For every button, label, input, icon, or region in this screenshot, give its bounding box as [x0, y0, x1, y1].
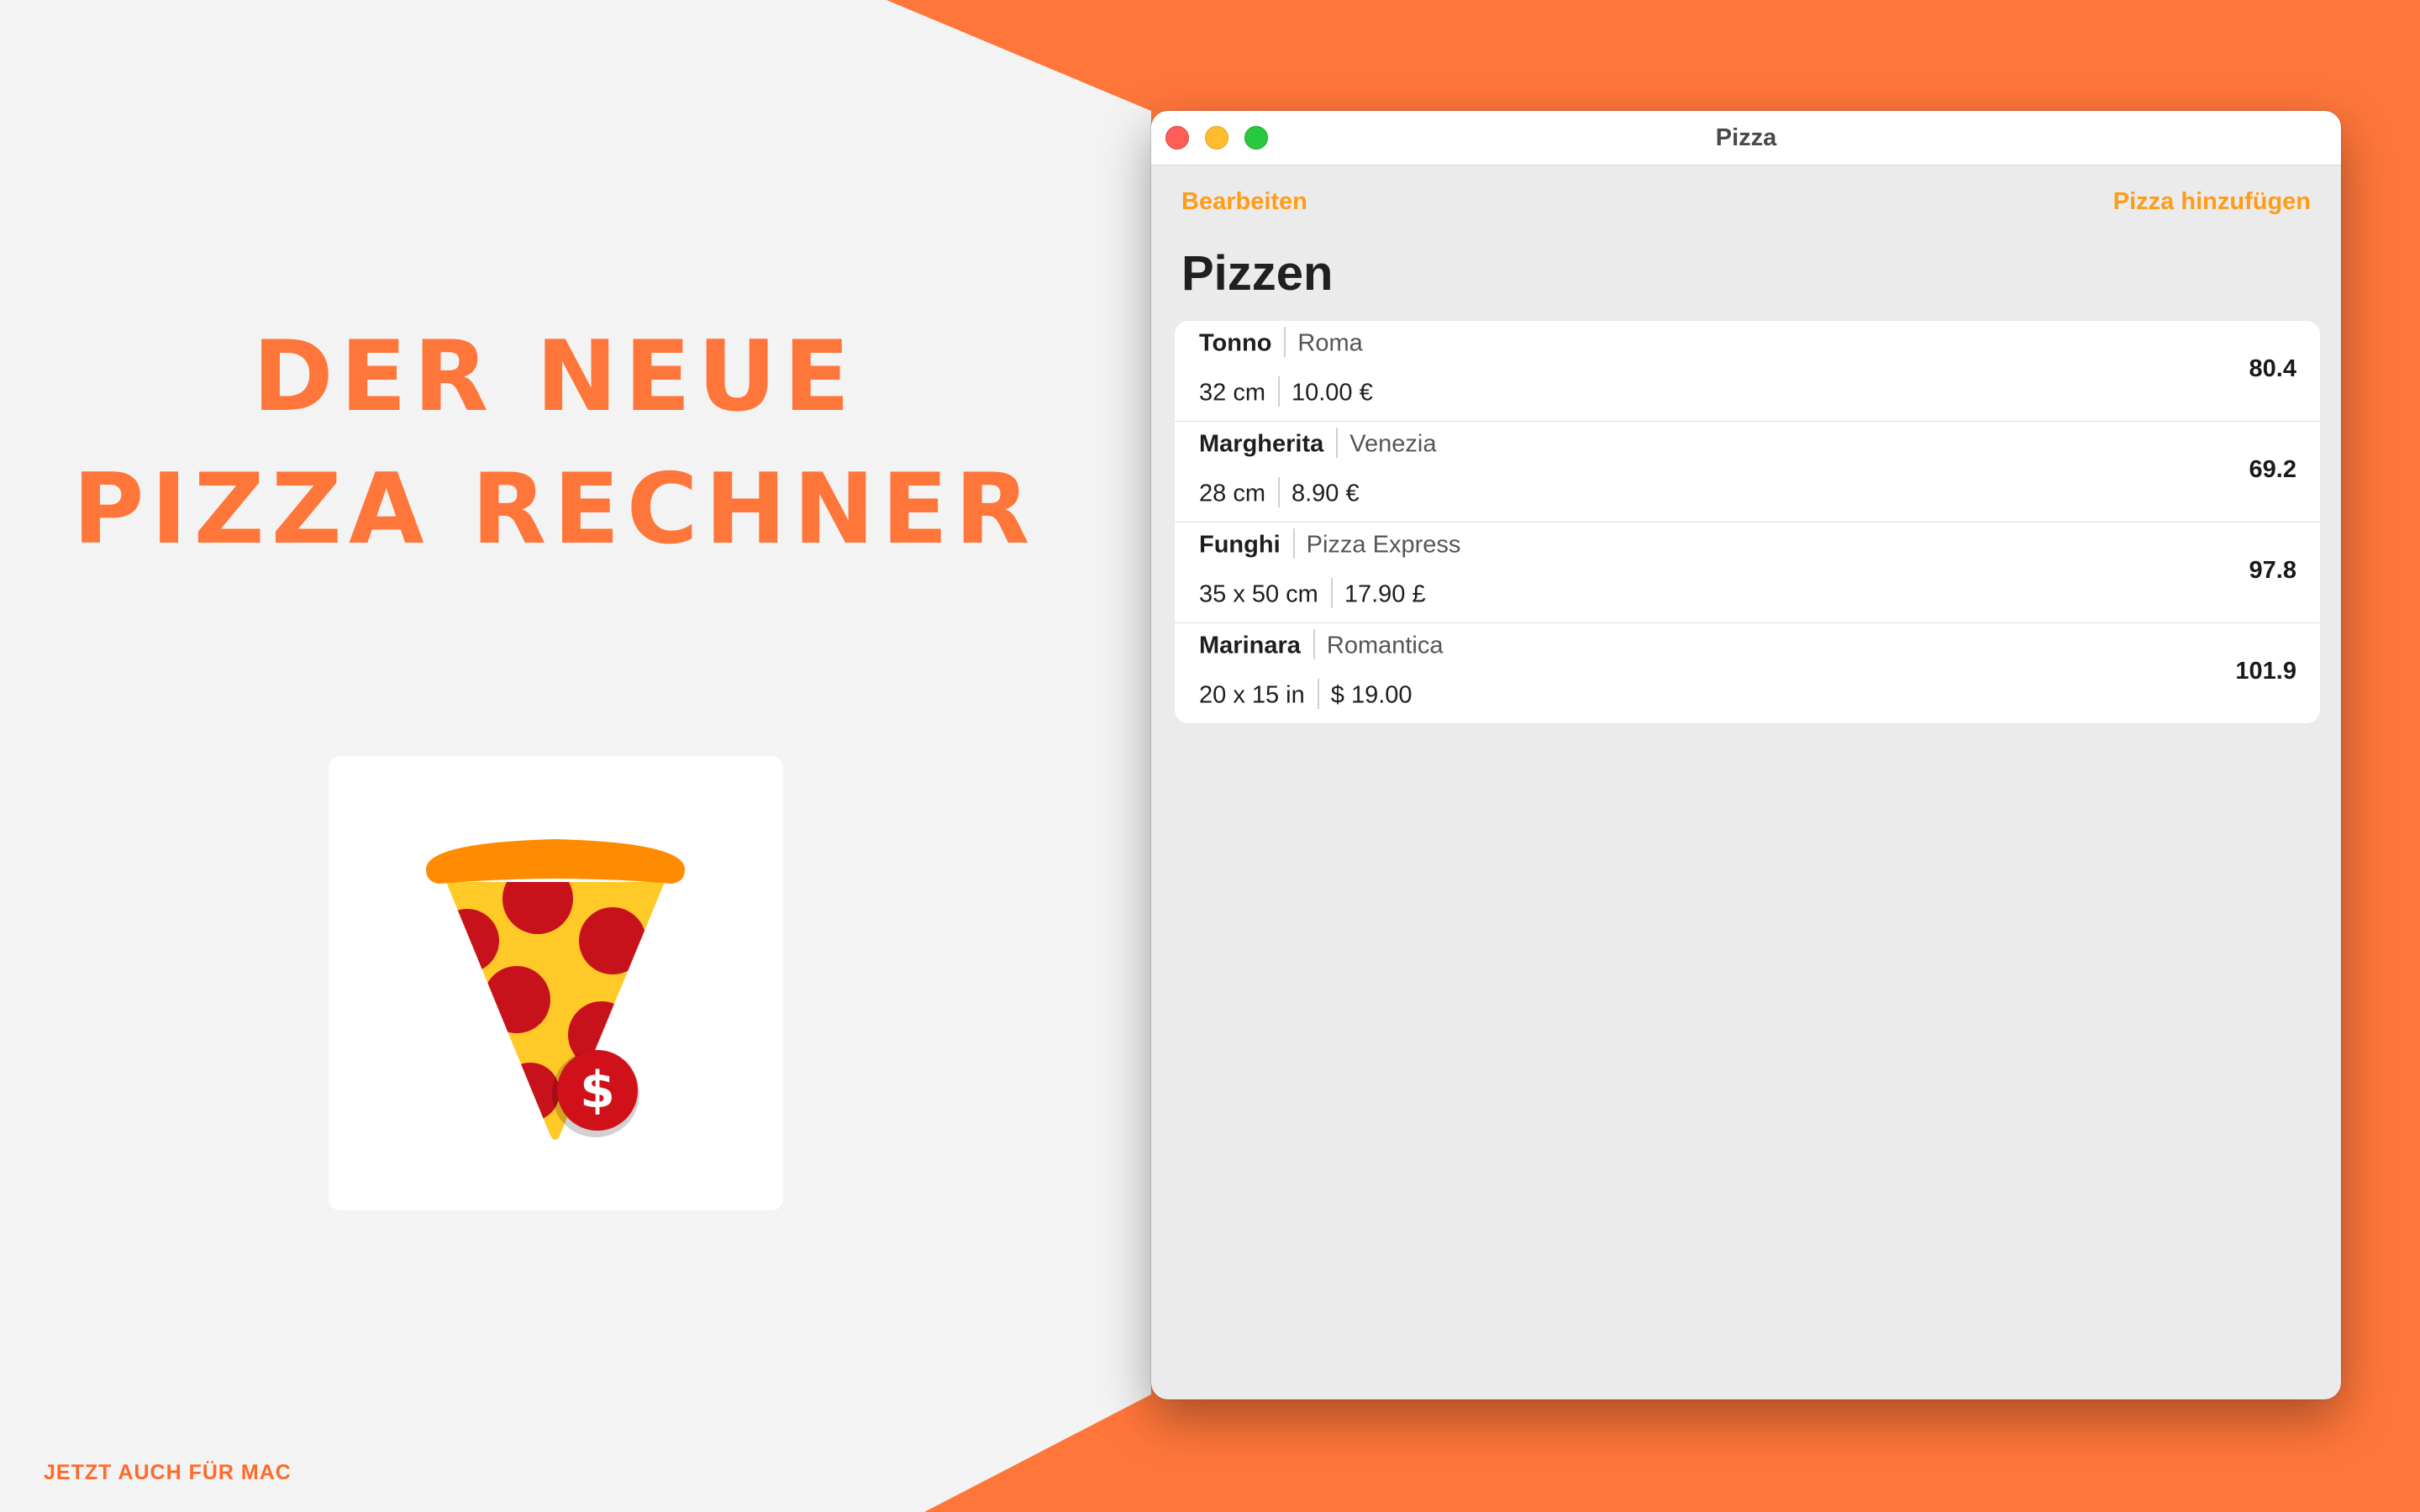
svg-text:$: $ [580, 1061, 615, 1120]
separator [1313, 629, 1315, 659]
pizza-row-details: 35 x 50 cm 17.90 £ [1199, 578, 1426, 611]
pizza-place: Venezia [1349, 430, 1437, 458]
pizza-row[interactable]: Margherita Venezia 28 cm 8.90 € 69.2 [1175, 422, 2320, 522]
window-titlebar: Pizza [1151, 111, 2341, 165]
separator [1277, 376, 1280, 407]
add-pizza-button[interactable]: Pizza hinzufügen [2113, 188, 2311, 216]
footer-note: JETZT AUCH FÜR MAC [44, 1461, 292, 1484]
pizza-row[interactable]: Tonno Roma 32 cm 10.00 € 80.4 [1175, 321, 2320, 422]
headline-line-1: DER NEUE [252, 320, 857, 433]
edit-button[interactable]: Bearbeiten [1181, 188, 1307, 216]
pizza-size: 32 cm [1199, 379, 1265, 407]
pizza-place: Pizza Express [1306, 531, 1461, 559]
app-window: Pizza Bearbeiten Pizza hinzufügen Pizzen… [1151, 111, 2341, 1399]
page-title: Pizzen [1181, 246, 1334, 301]
headline-line-2: PIZZA RECHNER [72, 453, 1037, 566]
pizza-score: 101.9 [2235, 658, 2296, 685]
pizza-score: 69.2 [2249, 456, 2296, 483]
app-icon-card: $ [329, 756, 783, 1210]
pizza-row-details: 28 cm 8.90 € [1199, 477, 1360, 510]
pizza-price: 17.90 £ [1344, 580, 1426, 608]
pizza-score: 80.4 [2249, 355, 2296, 382]
promo-headline: DER NEUE PIZZA RECHNER [0, 311, 1109, 576]
pizza-name: Tonno [1199, 329, 1272, 357]
pizza-name: Marinara [1199, 632, 1301, 659]
pizza-place: Roma [1297, 329, 1363, 357]
pizza-size: 35 x 50 cm [1199, 580, 1318, 608]
pizza-place: Romantica [1326, 632, 1444, 659]
pizza-price: $ 19.00 [1330, 681, 1413, 709]
pizza-row-details: 20 x 15 in $ 19.00 [1199, 679, 1413, 711]
separator [1277, 477, 1280, 507]
pizza-name: Funghi [1199, 531, 1281, 559]
pizza-row[interactable]: Marinara Romantica 20 x 15 in $ 19.00 101.… [1175, 623, 2320, 723]
separator [1336, 428, 1339, 458]
pizza-row-details: 32 cm 10.00 € [1199, 376, 1373, 409]
separator [1317, 679, 1319, 709]
pizza-price: 10.00 € [1291, 379, 1373, 407]
pizza-name: Margherita [1199, 430, 1324, 458]
window-title: Pizza [1715, 124, 1777, 151]
separator [1330, 578, 1333, 608]
pizza-slice-dollar-icon: $ [426, 839, 685, 1140]
pizza-row-header: Funghi Pizza Express [1199, 528, 1461, 561]
pizza-row[interactable]: Funghi Pizza Express 35 x 50 cm 17.90 £ 97… [1175, 522, 2320, 623]
pizza-size: 20 x 15 in [1199, 681, 1305, 709]
pizza-price: 8.90 € [1291, 480, 1360, 507]
pizza-row-header: Tonno Roma [1199, 327, 1363, 360]
pizza-row-header: Margherita Venezia [1199, 428, 1437, 460]
separator [1292, 528, 1295, 559]
pizza-score: 97.8 [2249, 557, 2296, 584]
pizza-size: 28 cm [1199, 480, 1265, 507]
pizza-row-header: Marinara Romantica [1199, 629, 1444, 662]
separator [1284, 327, 1286, 357]
pizza-list: Tonno Roma 32 cm 10.00 € 80.4 Margherita Ve… [1175, 321, 2320, 723]
